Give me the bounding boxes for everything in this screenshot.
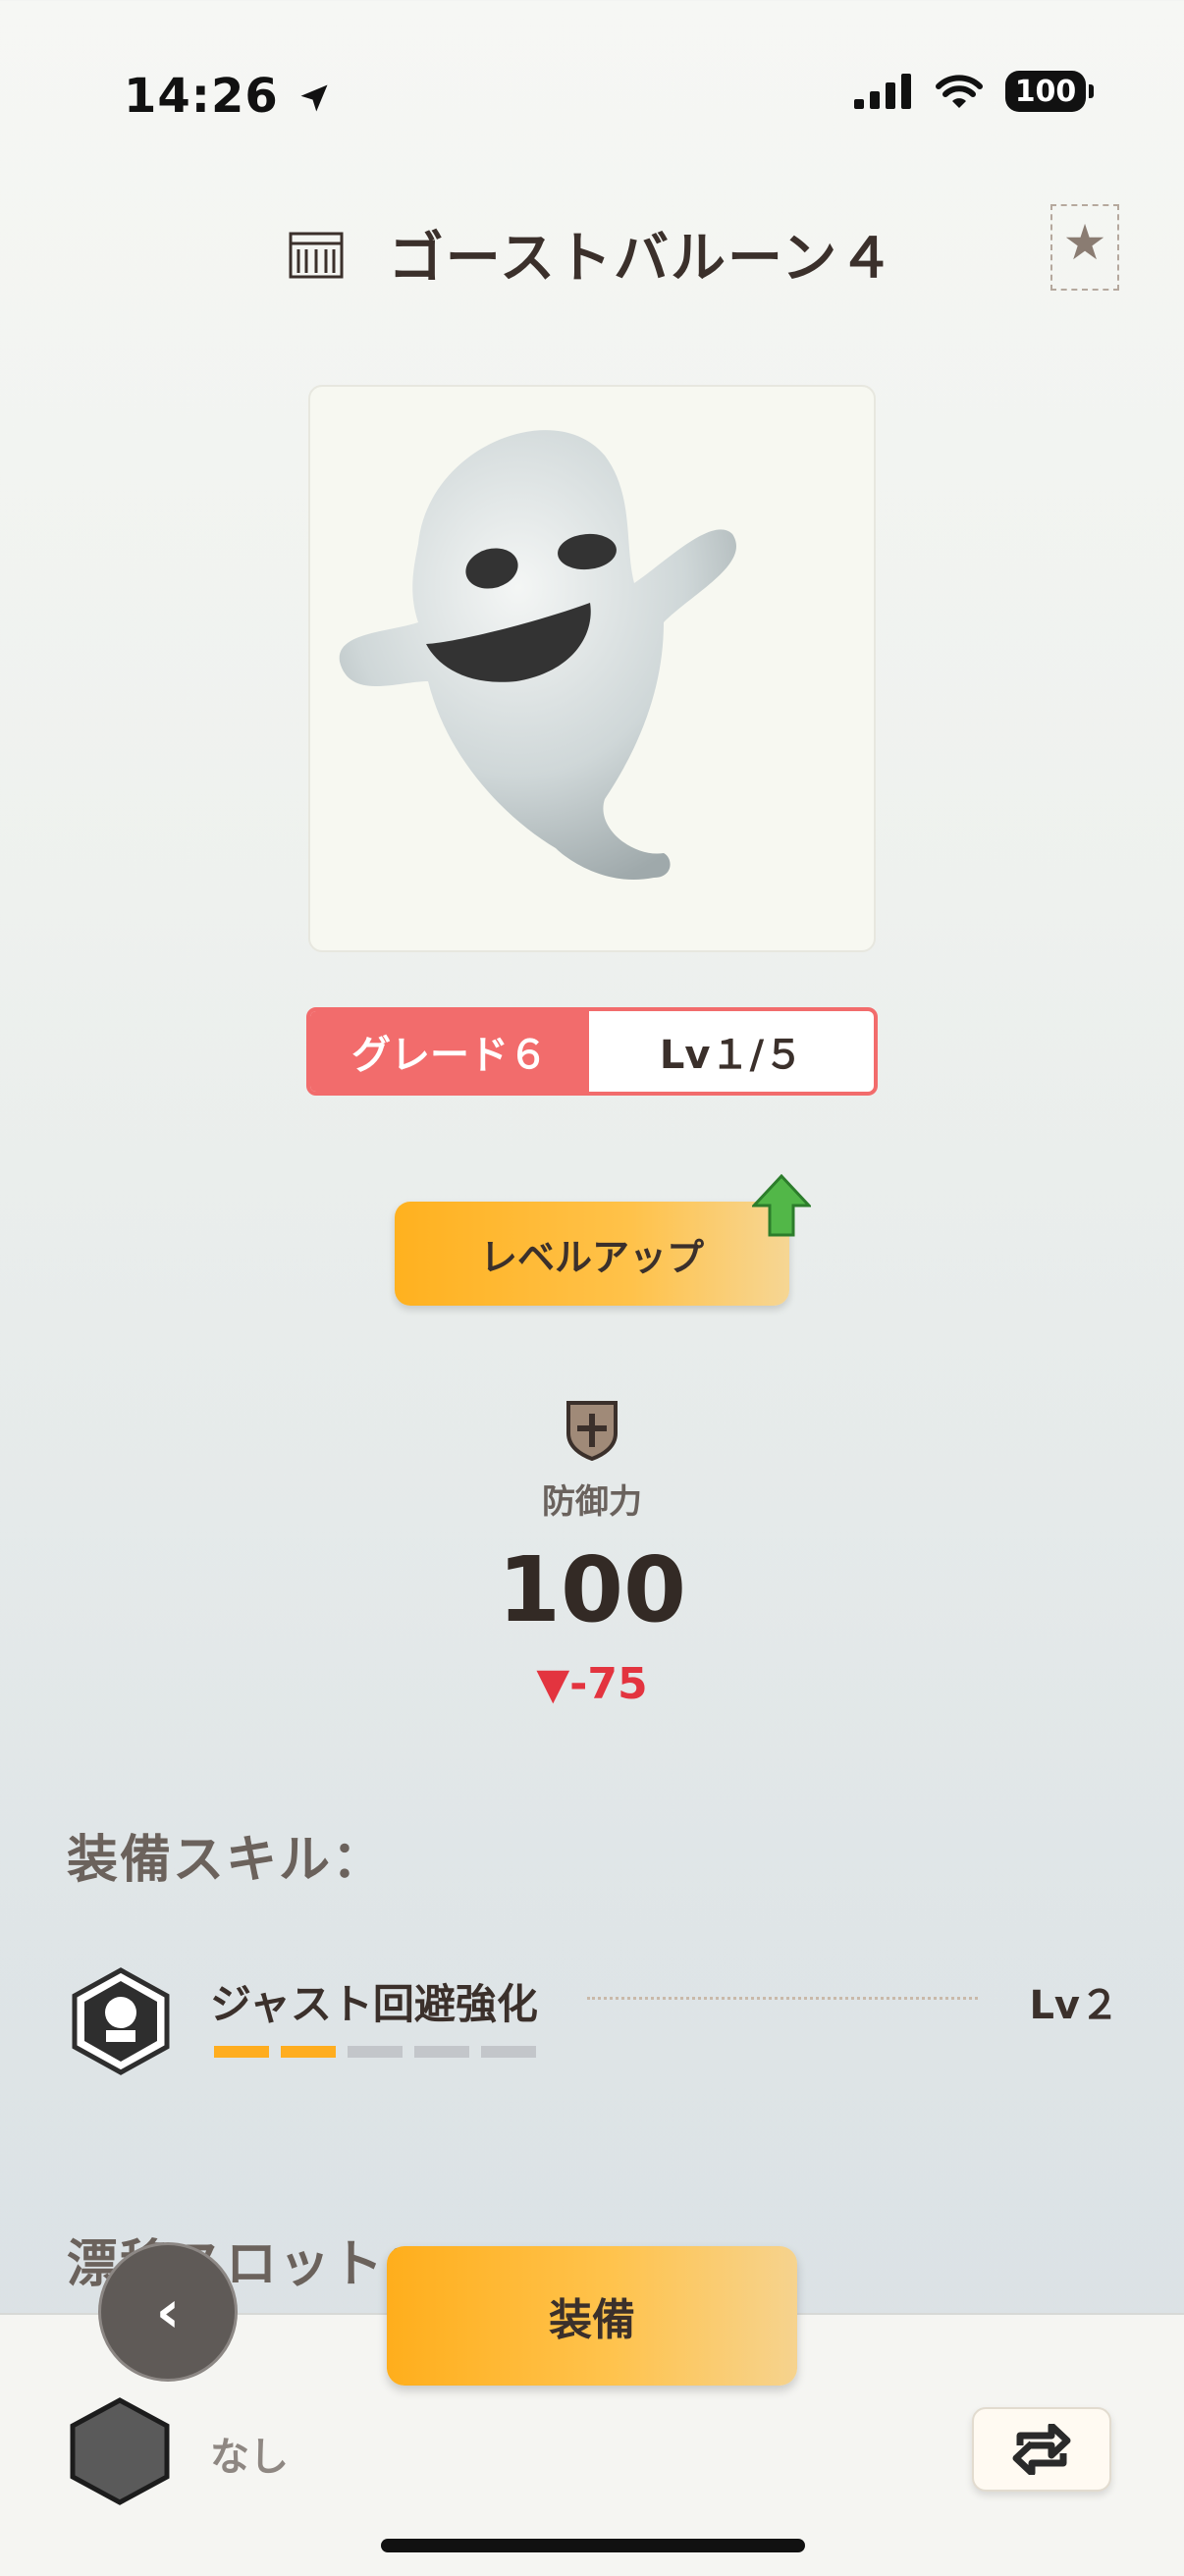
drift-slot-value: なし: [210, 2435, 289, 2480]
grade-level-bar: グレード６ Lv１/５: [306, 1007, 878, 1096]
item-image-card: [308, 385, 876, 952]
level-up-button[interactable]: レベルアップ: [395, 1202, 789, 1306]
level-up-label: レベルアップ: [479, 1235, 704, 1279]
battery-icon: 100: [1005, 71, 1094, 112]
stat-label: 防御力: [542, 1482, 642, 1522]
skill-level-pip: [348, 2046, 403, 2058]
back-button[interactable]: ‹: [98, 2242, 238, 2382]
location-arrow-icon: [300, 84, 328, 112]
battery-text: 100: [1014, 74, 1077, 109]
building-icon: [289, 232, 344, 278]
star-bookmark-icon: ★: [1062, 214, 1107, 271]
skill-level-pip: [281, 2046, 336, 2058]
grade-badge: グレード６: [310, 1011, 589, 1092]
status-time: 14:26: [124, 69, 332, 124]
swap-button[interactable]: [972, 2407, 1111, 2492]
up-arrow-icon: [752, 1174, 811, 1237]
skill-level-pips: [214, 2046, 536, 2058]
skill-level-pip: [414, 2046, 469, 2058]
home-indicator[interactable]: [381, 2539, 805, 2552]
grade-label: グレード６: [351, 1033, 548, 1078]
skill-name: ジャスト回避強化: [210, 1980, 538, 2028]
skill-level-pip: [214, 2046, 269, 2058]
page-title: ゴーストバルーン４: [388, 227, 896, 291]
status-icons: 100: [854, 71, 1094, 112]
stat-value: 100: [497, 1537, 687, 1642]
level-label: Lv１/５: [659, 1033, 804, 1078]
wifi-icon: [936, 75, 983, 108]
signal-icon: [854, 74, 911, 109]
level-indicator: Lv１/５: [589, 1011, 874, 1092]
equip-button[interactable]: 装備: [387, 2246, 797, 2386]
favorite-button[interactable]: ★: [1050, 204, 1119, 291]
shield-icon: [566, 1401, 618, 1461]
skill-level: Lv２: [1029, 1983, 1119, 2028]
empty-hex-icon: [70, 2397, 170, 2505]
swap-icon: [1012, 2424, 1071, 2475]
back-chevron-icon: ‹: [155, 2278, 181, 2346]
skill-divider: [587, 1997, 978, 2000]
equip-label: 装備: [549, 2295, 635, 2345]
ghost-image: [339, 430, 736, 881]
skill-hex-icon: [72, 1967, 170, 2075]
skills-section-title: 装備スキル：: [67, 1831, 386, 1890]
time-text: 14:26: [124, 69, 279, 124]
page-header: ゴーストバルーン４: [0, 214, 1184, 294]
skill-level-pip: [481, 2046, 536, 2058]
stat-diff: ▼-75: [536, 1659, 648, 1709]
